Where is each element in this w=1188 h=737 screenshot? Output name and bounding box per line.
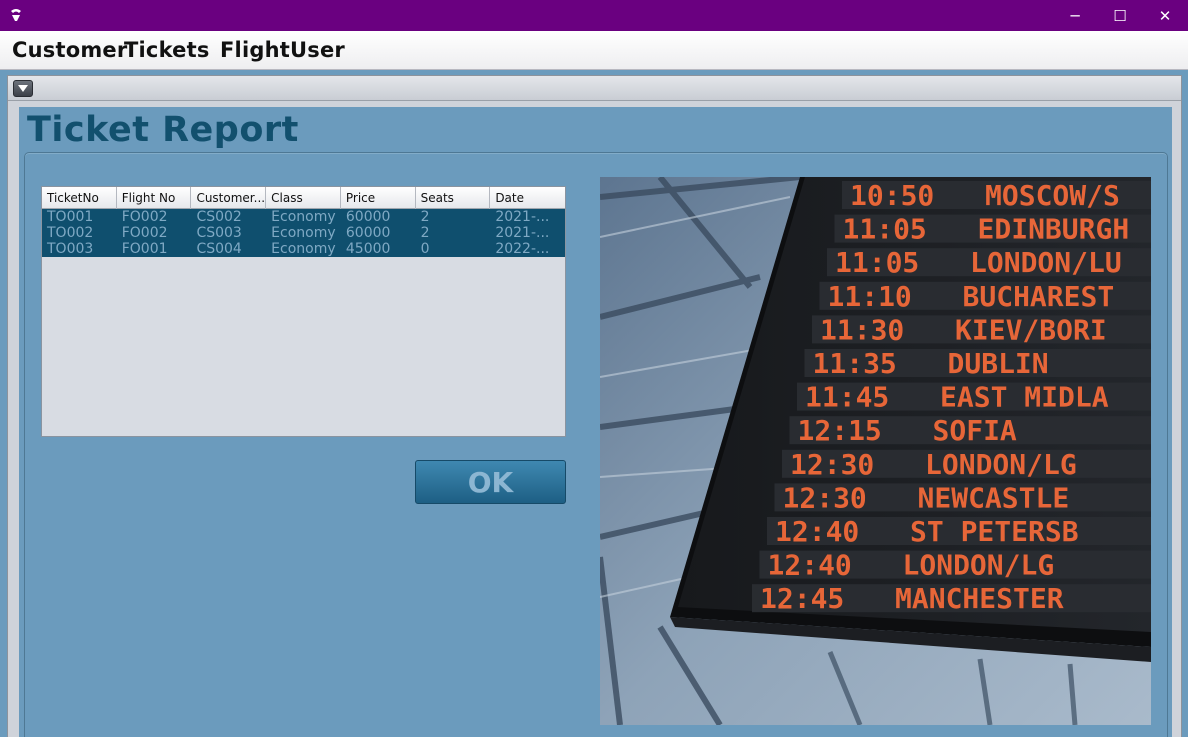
table-cell: TO002 [47,225,94,241]
board-destination: ST PETERSB [910,515,1079,548]
board-destination: EDINBURGH [978,213,1130,246]
board-time: 11:10 [828,280,912,313]
board-time: 12:40 [775,515,859,548]
table-cell: 0 [420,241,430,257]
board-destination: LONDON/LG [925,448,1077,481]
table-cell: FO002 [121,209,168,225]
board-destination: LONDON/LG [903,549,1055,582]
page-title: Ticket Report [27,110,299,150]
table-row[interactable]: TO001 FO002 CS002 Economy 60000 2 2021-.… [42,209,565,225]
board-time: 12:15 [798,414,882,447]
board-time: 12:30 [790,448,874,481]
table-cell: 60000 [345,209,391,225]
app-icon [11,9,21,21]
menu-flight[interactable]: Flight [220,38,290,62]
table-cell: 2 [420,209,430,225]
board-time: 11:05 [835,246,919,279]
board-time: 12:40 [768,549,852,582]
chevron-down-icon [18,85,28,92]
maximize-icon: ☐ [1113,6,1127,25]
column-header[interactable]: Customer... [191,187,267,209]
board-time: 11:30 [820,313,904,346]
table-cell: CS004 [196,241,242,257]
board-time: 10:50 [850,179,934,212]
ticket-table[interactable]: TicketNo Flight No Customer... Class Pri… [41,186,566,437]
board-time: 11:45 [805,381,889,414]
ok-button[interactable]: OK [415,460,566,504]
menu-bar: Customer Tickets Flight User [0,31,1188,70]
board-destination: NEWCASTLE [918,481,1070,514]
board-destination: DUBLIN [948,347,1049,380]
departures-board-illustration: 10:50 MOSCOW/S 11:05 EDINBURGH 11:05 LONDON/L… [600,177,1151,725]
table-cell: 2 [420,225,430,241]
column-header[interactable]: Class [266,187,341,209]
menu-customer[interactable]: Customer [12,38,127,62]
table-cell: TO001 [47,209,94,225]
window-titlebar: ─ ☐ ✕ [0,0,1188,31]
board-destination: BUCHAREST [963,280,1115,313]
board-destination: EAST MIDLA [940,381,1109,414]
board-destination: LONDON/LU [970,246,1122,279]
table-cell: 2021-... [495,209,550,225]
board-destination: MOSCOW/S [985,179,1120,212]
column-header[interactable]: TicketNo [42,187,117,209]
board-time: 11:05 [843,213,927,246]
menu-tickets[interactable]: Tickets [124,38,210,62]
collapse-button[interactable] [13,80,33,97]
minimize-button[interactable]: ─ [1052,0,1098,31]
column-header[interactable]: Date [490,187,565,209]
table-cell: FO001 [121,241,168,257]
close-button[interactable]: ✕ [1142,0,1188,31]
board-time: 12:45 [760,582,844,615]
minimize-icon: ─ [1070,6,1080,25]
board-destination: KIEV/BORI [955,313,1107,346]
board-time: 12:30 [783,481,867,514]
board-time: 11:35 [813,347,897,380]
board-destination: SOFIA [933,414,1017,447]
board-destination: MANCHESTER [895,582,1064,615]
table-cell: 60000 [345,225,391,241]
table-cell: Economy [271,225,336,241]
table-cell: 2021-... [495,225,550,241]
menu-user[interactable]: User [290,38,345,62]
table-cell: 2022-... [495,241,550,257]
table-cell: CS003 [196,225,242,241]
table-cell: 45000 [345,241,391,257]
column-header[interactable]: Seats [416,187,491,209]
column-header[interactable]: Price [341,187,416,209]
column-header[interactable]: Flight No [117,187,192,209]
table-row[interactable]: TO002 FO002 CS003 Economy 60000 2 2021-.… [42,225,565,241]
maximize-button[interactable]: ☐ [1097,0,1143,31]
internal-frame-header [8,76,1181,101]
table-cell: Economy [271,209,336,225]
table-cell: Economy [271,241,336,257]
table-cell: FO002 [121,225,168,241]
table-cell: TO003 [47,241,94,257]
table-row[interactable]: TO003 FO001 CS004 Economy 45000 0 2022-.… [42,241,565,257]
close-icon: ✕ [1158,6,1172,25]
table-cell: CS002 [196,209,242,225]
table-header: TicketNo Flight No Customer... Class Pri… [42,187,565,209]
departures-board-image: 10:50 MOSCOW/S 11:05 EDINBURGH 11:05 LONDON/L… [600,177,1151,725]
